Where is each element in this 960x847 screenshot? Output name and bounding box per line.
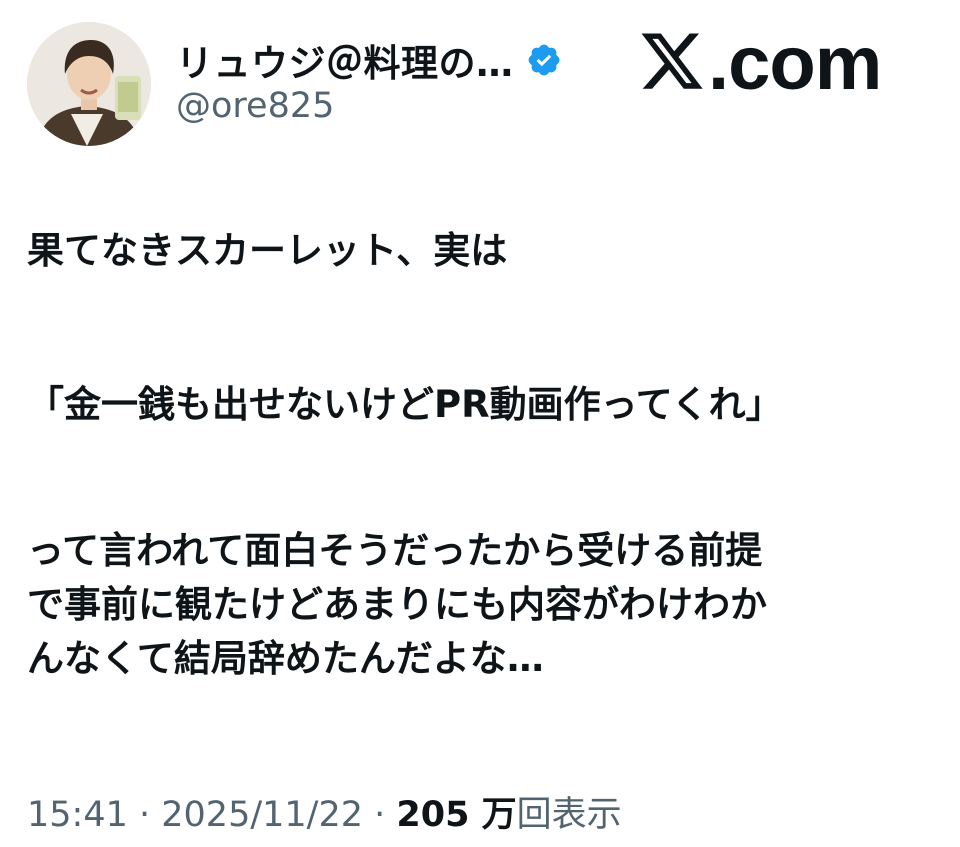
verified-badge-icon	[528, 44, 559, 76]
meta-separator: ·	[127, 795, 162, 835]
post-text: 果てなきスカーレット、実は 「金一銭も出せないけどPR動画作ってくれ」 って言わ…	[27, 224, 937, 686]
author-display-name[interactable]: リュウジ＠料理の…	[176, 33, 514, 87]
x-logo-icon	[641, 33, 703, 89]
views-count[interactable]: 205 万	[396, 795, 516, 835]
post-line: って言われて面白そうだったから受ける前提	[27, 529, 763, 572]
post-line: 「金一銭も出せないけどPR動画作ってくれ」	[27, 383, 783, 426]
author-name-row: リュウジ＠料理の…	[176, 34, 562, 86]
post-line: 果てなきスカーレット、実は	[27, 229, 508, 272]
post-date[interactable]: 2025/11/22	[161, 795, 363, 835]
brand-domain-text: .com	[708, 21, 882, 106]
meta-separator: ·	[363, 795, 397, 835]
post-meta: 15:41 · 2025/11/22 · 205 万回表示	[27, 788, 622, 842]
post-line: で事前に観たけどあまりにも内容がわけわか	[27, 583, 767, 626]
author-handle[interactable]: @ore825	[176, 86, 334, 126]
x-brand-watermark: .com	[638, 21, 882, 106]
post-time[interactable]: 15:41	[27, 795, 128, 835]
views-label: 回表示	[516, 795, 622, 835]
post-line: んなくて結局辞めたんだよな…	[27, 637, 544, 680]
avatar[interactable]	[27, 22, 151, 146]
profile-photo	[27, 22, 151, 146]
